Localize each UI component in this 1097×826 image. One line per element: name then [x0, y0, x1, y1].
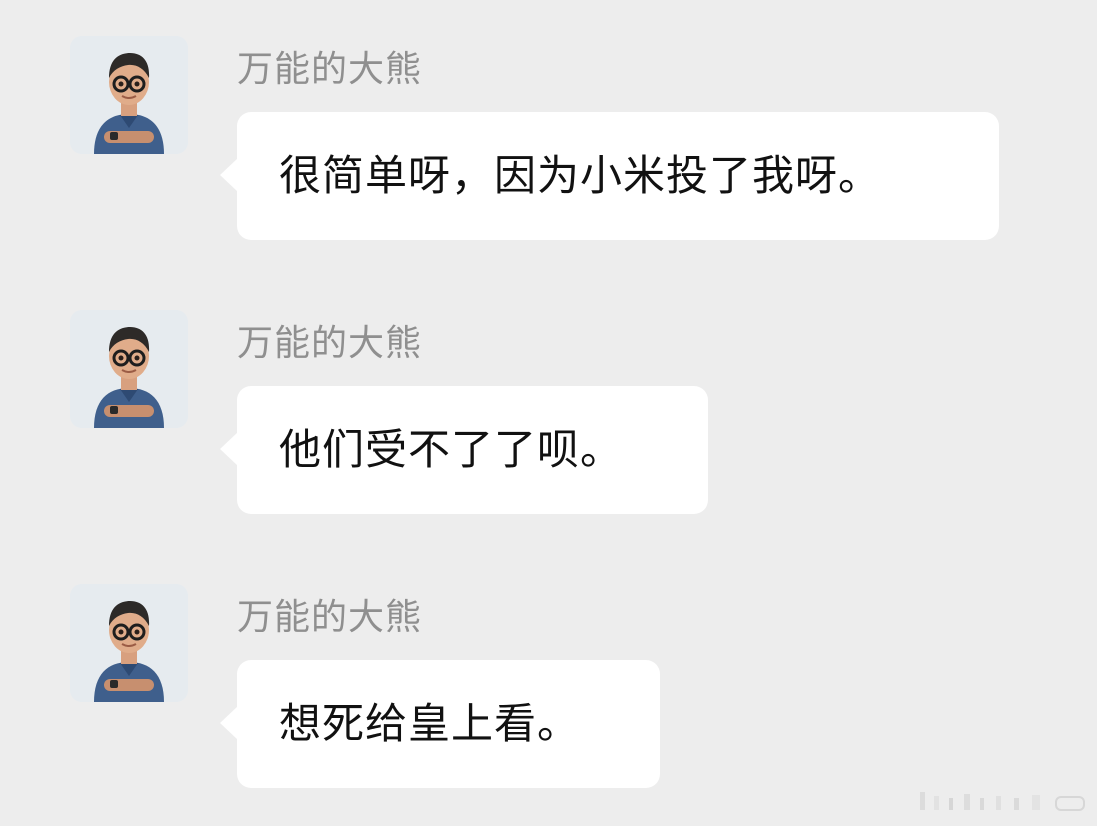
- message-bubble[interactable]: 很简单呀，因为小米投了我呀。: [220, 112, 999, 240]
- message-text: 想死给皇上看。: [279, 699, 581, 748]
- watermark-mark: [918, 790, 1090, 814]
- sender-name: 万能的大熊: [237, 49, 423, 90]
- message-bubble[interactable]: 想死给皇上看。: [220, 660, 660, 788]
- cartoon-man-avatar-icon[interactable]: [70, 36, 188, 154]
- message-text: 他们受不了了呗。: [279, 425, 624, 474]
- sender-name: 万能的大熊: [237, 323, 423, 364]
- cartoon-man-avatar-icon[interactable]: [70, 310, 188, 428]
- message-text: 很简单呀，因为小米投了我呀。: [279, 151, 882, 200]
- chat-area[interactable]: 万能的大熊 很简单呀，因为小米投了我呀。 万能的大熊 他们受不了了呗。 万能的大…: [0, 0, 1097, 826]
- avatar-illustration: [70, 584, 188, 702]
- cartoon-man-avatar-icon[interactable]: [70, 584, 188, 702]
- watermark-bars-icon: [920, 792, 1085, 811]
- avatar-illustration: [70, 310, 188, 428]
- sender-name: 万能的大熊: [237, 597, 423, 638]
- message-bubble[interactable]: 他们受不了了呗。: [220, 386, 708, 514]
- avatar-illustration: [70, 36, 188, 154]
